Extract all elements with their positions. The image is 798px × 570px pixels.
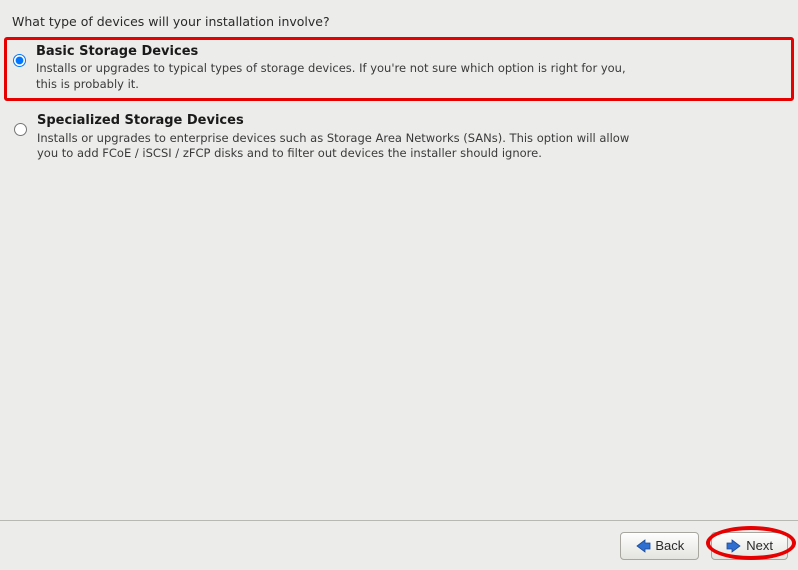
next-button[interactable]: Next <box>711 532 788 560</box>
option-basic-storage[interactable]: Basic Storage Devices Installs or upgrad… <box>4 37 794 101</box>
option-description: Installs or upgrades to enterprise devic… <box>37 131 637 162</box>
option-title: Specialized Storage Devices <box>37 113 780 129</box>
arrow-left-icon <box>635 539 651 553</box>
option-description: Installs or upgrades to typical types of… <box>36 61 636 92</box>
wizard-footer: Back Next <box>0 520 798 570</box>
back-button[interactable]: Back <box>620 532 699 560</box>
option-title: Basic Storage Devices <box>36 44 781 60</box>
next-button-label: Next <box>746 538 773 553</box>
radio-basic-storage[interactable] <box>13 54 26 67</box>
option-specialized-storage[interactable]: Specialized Storage Devices Installs or … <box>6 107 792 169</box>
back-button-label: Back <box>655 538 684 553</box>
page-title: What type of devices will your installat… <box>0 0 798 37</box>
radio-specialized-storage[interactable] <box>14 123 27 136</box>
arrow-right-icon <box>726 539 742 553</box>
